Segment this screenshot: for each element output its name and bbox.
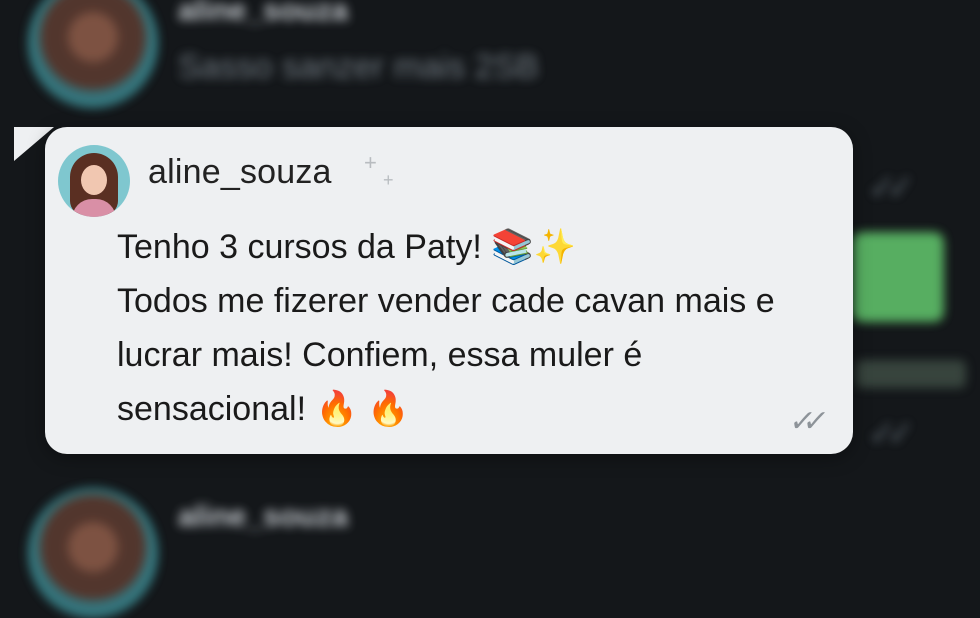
background-message: Sasso sanzer mais 2SB <box>178 48 539 86</box>
message-text: Tenho 3 cursos da Paty! 📚✨ Todos me fize… <box>117 220 847 436</box>
username[interactable]: aline_souza <box>148 153 332 192</box>
avatar[interactable] <box>58 145 130 217</box>
message-line: lucrar mais! Confiem, essa muler é <box>117 336 643 374</box>
background-strip <box>856 360 966 388</box>
sparkle-icon-small: + <box>383 170 394 190</box>
background-check-icon: ✓✓ <box>868 169 915 207</box>
background-green-bubble <box>852 232 944 322</box>
background-username-2: aline_souza <box>178 500 349 533</box>
background-check-icon-2: ✓✓ <box>868 415 915 453</box>
background-avatar-2 <box>28 488 158 618</box>
message-line: Tenho 3 cursos da Paty! 📚✨ <box>117 228 576 266</box>
sparkle-icon: + <box>364 150 377 175</box>
message-line: sensacional! 🔥 🔥 <box>117 390 410 428</box>
background-avatar <box>28 0 158 108</box>
background-username: aline_souza <box>178 0 349 27</box>
message-line: Todos me fizerer vender cade cavan mais … <box>117 282 775 320</box>
